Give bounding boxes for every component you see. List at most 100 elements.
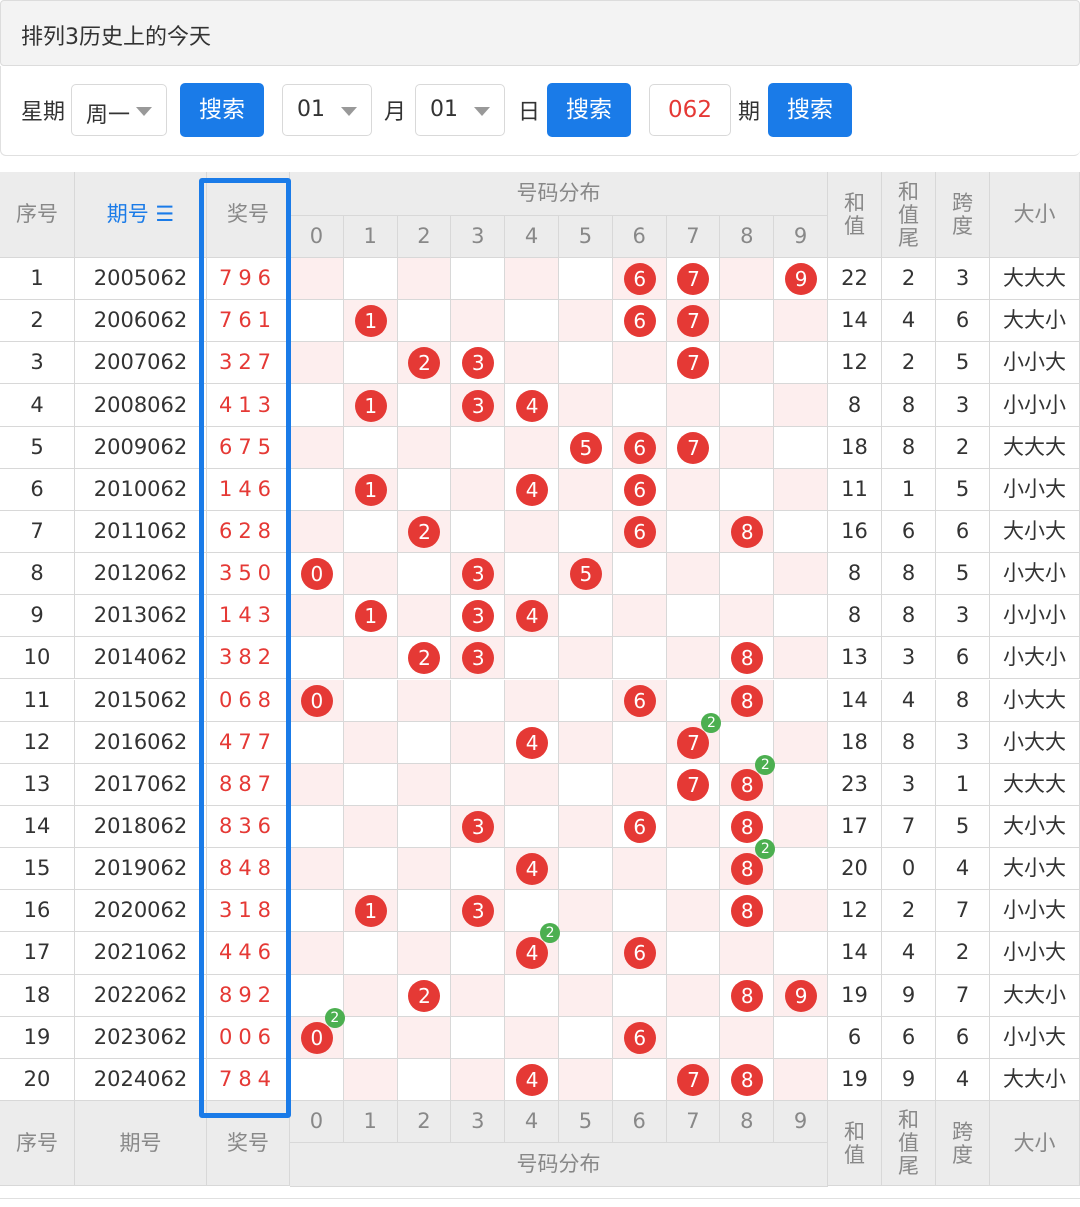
cell-size-value: 小小大 (1003, 1024, 1066, 1049)
cell-period-value: 2014062 (93, 645, 188, 670)
cell-sum-tail: 6 (882, 510, 936, 554)
cell-sum-tail-value: 9 (901, 982, 916, 1007)
dist-cell (397, 426, 452, 469)
search-button-date[interactable]: 搜索 (547, 83, 631, 137)
cell-index-value: 15 (23, 856, 51, 881)
cell-index: 14 (0, 805, 75, 849)
cell-size: 小大小 (990, 553, 1080, 596)
cell-sum-value: 13 (841, 645, 868, 670)
dist-cell (343, 510, 398, 554)
cell-award-value: 327 (218, 350, 278, 375)
cell-index-value: 2 (30, 308, 44, 333)
cell-award-value: 413 (218, 392, 278, 417)
search-button-period[interactable]: 搜索 (768, 83, 852, 137)
cell-award-value: 761 (218, 308, 278, 333)
dist-cell (774, 300, 828, 343)
chevron-down-icon (136, 107, 152, 116)
cell-sum-tail-value: 3 (901, 771, 916, 796)
cell-sum-value: 18 (841, 729, 868, 754)
cell-period: 2006062 (75, 300, 207, 343)
cell-span: 6 (936, 637, 990, 680)
cell-sum: 23 (828, 763, 882, 806)
cell-index: 1 (0, 258, 75, 301)
dist-cell (559, 848, 613, 891)
period-input[interactable]: 062 (649, 84, 731, 136)
cell-sum-value: 14 (841, 687, 868, 712)
cell-award: 761 (207, 300, 290, 343)
week-select[interactable]: 周一 (71, 84, 167, 136)
dist-cell (397, 805, 452, 849)
cell-period: 2016062 (75, 721, 207, 764)
cell-span-value: 4 (955, 856, 970, 881)
dist-cell (397, 384, 452, 427)
dist-cell (505, 763, 559, 806)
number-ball: 0 (300, 684, 333, 717)
repeat-count-badge: 2 (755, 839, 776, 860)
cell-sum-value: 19 (841, 1066, 868, 1091)
number-ball: 4 (516, 473, 549, 506)
cell-span-value: 5 (955, 476, 970, 501)
dist-cell (774, 426, 828, 469)
page-title: 排列3历史上的今天 (21, 25, 211, 50)
dist-cell (505, 510, 559, 554)
cell-sum: 17 (828, 805, 882, 849)
dist-cell (505, 974, 559, 1017)
day-select[interactable]: 01 (415, 84, 505, 136)
dist-cell: 4 (505, 595, 559, 638)
dist-cell (774, 553, 828, 596)
dist-cell (290, 426, 344, 469)
cell-index-value: 18 (23, 982, 51, 1007)
cell-sum-value: 19 (841, 982, 868, 1007)
cell-period-value: 2020062 (93, 898, 188, 923)
header-award-label: 奖号 (227, 202, 269, 226)
dist-cell: 2 (397, 342, 452, 385)
dist-cell (612, 848, 667, 891)
dist-cell (290, 1058, 344, 1101)
number-ball: 7 (677, 1063, 710, 1096)
dist-cell (290, 932, 344, 975)
cell-period: 2019062 (75, 848, 207, 891)
cell-span: 3 (936, 258, 990, 301)
cell-span-value: 5 (955, 814, 970, 838)
dist-cell: 6 (612, 468, 667, 511)
cell-span-value: 6 (955, 308, 970, 333)
cell-span-value: 6 (955, 1024, 970, 1049)
number-ball: 1 (354, 305, 387, 338)
dist-cell: 4 (505, 721, 559, 764)
cell-index: 8 (0, 553, 75, 596)
month-select[interactable]: 01 (282, 84, 372, 136)
cell-period-value: 2008062 (93, 392, 188, 417)
header-index-label: 序号 (16, 1130, 58, 1155)
number-ball: 0 (300, 1021, 333, 1054)
cell-index-value: 6 (30, 476, 44, 501)
header-period[interactable]: 期号 ☰ (75, 172, 207, 258)
cell-span: 5 (936, 468, 990, 511)
dist-cell (774, 890, 828, 933)
cell-period-value: 2012062 (93, 561, 188, 586)
dist-cell: 4 (505, 384, 559, 427)
cell-period: 2018062 (75, 805, 207, 849)
dist-cell: 82 (720, 754, 776, 806)
dist-cell (290, 763, 344, 806)
dist-cell (774, 1058, 828, 1101)
header-digit-0: 0 (290, 216, 344, 258)
cell-award-value: 318 (218, 898, 278, 923)
dist-cell (559, 763, 613, 806)
dist-cell (451, 721, 506, 764)
search-button-week[interactable]: 搜索 (180, 83, 264, 137)
header-sum-tail: 和 值 尾 (882, 1101, 936, 1186)
cell-size: 小小小 (990, 384, 1080, 427)
header-distribution-label: 号码分布 (516, 181, 601, 205)
cell-index: 7 (0, 510, 75, 554)
dist-cell (343, 679, 398, 722)
cell-sum-value: 14 (841, 940, 868, 965)
dist-cell (774, 932, 828, 975)
cell-index-value: 7 (30, 518, 44, 543)
dist-cell (666, 468, 721, 511)
cell-sum-tail-value: 1 (901, 476, 916, 501)
dist-cell (720, 553, 775, 596)
number-ball: 4 (516, 1063, 549, 1096)
cell-period-value: 2005062 (93, 266, 188, 291)
cell-span: 6 (936, 300, 990, 343)
header-digit-label: 3 (471, 224, 485, 248)
